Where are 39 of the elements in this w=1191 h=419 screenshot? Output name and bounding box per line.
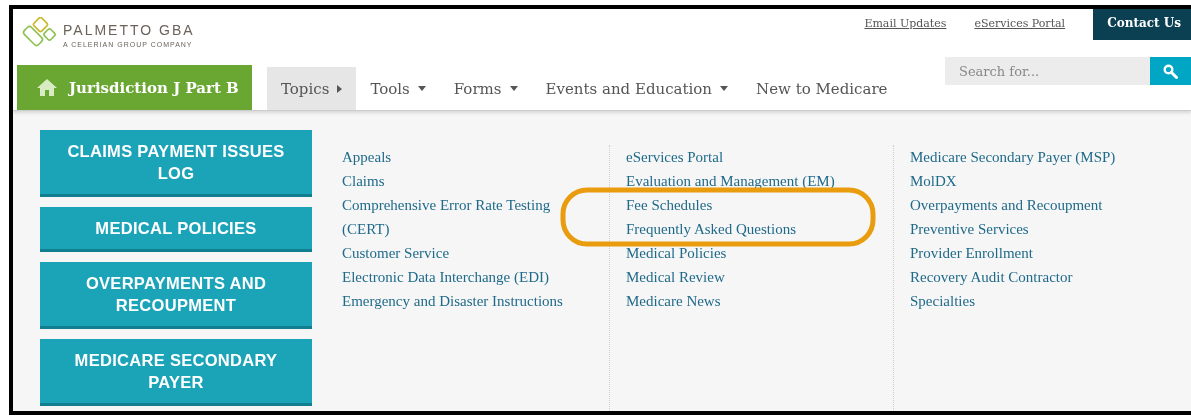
home-icon [37,79,57,96]
topic-button[interactable]: MEDICAL POLICIES [40,207,312,252]
topic-link[interactable]: MolDX [910,169,1162,193]
search-icon [1163,63,1178,79]
topic-link[interactable]: Electronic Data Interchange (EDI) [342,265,594,289]
nav-tab[interactable]: Tools [356,67,440,110]
nav-tab[interactable]: New to Medicare [742,67,902,110]
topic-link[interactable]: Provider Enrollment [910,241,1162,265]
header-link[interactable]: eServices Portal [974,9,1066,30]
topic-link[interactable]: Claims [342,169,594,193]
nav-tab[interactable]: Forms [439,67,532,110]
topic-link[interactable]: Preventive Services [910,217,1162,241]
search-button[interactable] [1150,57,1191,85]
topic-button[interactable]: CLAIMS PAYMENT ISSUES LOG [40,130,312,197]
topic-link[interactable]: Medical Policies [626,241,878,265]
header-link[interactable]: Email Updates [864,9,947,30]
nav-tab[interactable]: Topics [267,67,357,110]
topic-link[interactable]: Recovery Audit Contractor [910,265,1162,289]
jurisdiction-button[interactable]: Jurisdiction J Part B [17,65,252,110]
topic-link[interactable]: Customer Service [342,241,594,265]
topic-link[interactable]: Evaluation and Management (EM) [626,169,878,193]
nav-tab[interactable]: Events and Education [531,67,742,110]
logo-name: PALMETTO GBA [63,22,195,38]
topic-link[interactable]: Specialties [910,289,1162,313]
topic-link[interactable]: Medical Review [626,265,878,289]
topic-link[interactable]: Appeals [342,145,594,169]
topic-link[interactable]: Overpayments and Recoupment [910,193,1162,217]
topic-link[interactable]: Emergency and Disaster Instructions [342,289,594,313]
topic-link[interactable]: Medicare Secondary Payer (MSP) [910,145,1162,169]
topic-link[interactable]: Medicare News [626,289,878,313]
topic-link[interactable]: Frequently Asked Questions [626,217,878,241]
caret-right-icon [337,84,343,93]
topic-link[interactable]: Fee Schedules [626,193,878,217]
contact-button[interactable]: Contact Us [1093,9,1191,40]
search-field[interactable]: Search for... [945,57,1150,85]
topic-button[interactable]: MEDICARE SECONDARY PAYER [40,339,312,406]
topic-button[interactable]: OVERPAYMENTS AND RECOUPMENT [40,262,312,329]
topic-link[interactable]: eServices Portal [626,145,878,169]
topic-link[interactable]: Comprehensive Error Rate Testing (CERT) [342,193,594,241]
